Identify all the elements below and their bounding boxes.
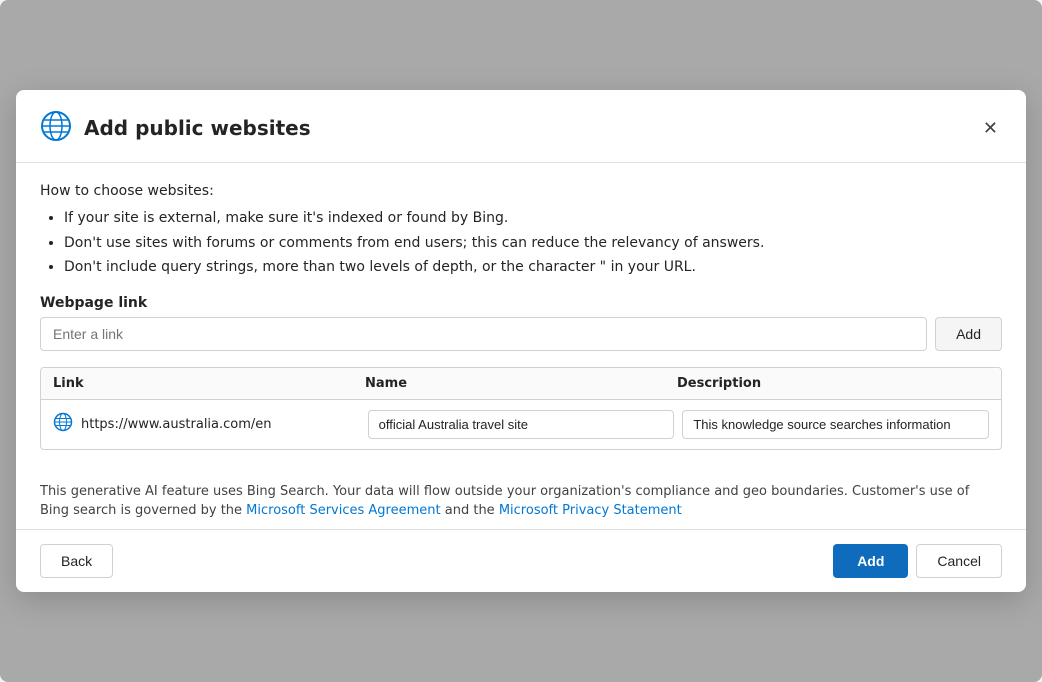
- modal-footer: Back Add Cancel: [16, 529, 1026, 592]
- link-input[interactable]: [40, 317, 927, 351]
- back-button[interactable]: Back: [40, 544, 113, 578]
- row-link-text: https://www.australia.com/en: [81, 417, 272, 432]
- disclaimer-text: This generative AI feature uses Bing Sea…: [40, 482, 1002, 521]
- add-link-button[interactable]: Add: [935, 317, 1002, 351]
- column-header-name: Name: [365, 376, 677, 391]
- table-header: Link Name Description: [41, 368, 1001, 400]
- instruction-item-3: Don't include query strings, more than t…: [64, 256, 1002, 278]
- webpage-link-label: Webpage link: [40, 295, 1002, 311]
- column-header-link: Link: [53, 376, 365, 391]
- description-cell: [682, 410, 989, 439]
- link-cell: https://www.australia.com/en: [53, 412, 360, 436]
- instructions-heading: How to choose websites:: [40, 183, 1002, 199]
- modal-header: Add public websites ✕: [16, 90, 1026, 163]
- row-globe-icon: [53, 412, 73, 436]
- close-button[interactable]: ✕: [979, 114, 1002, 143]
- modal-overlay: Add public websites ✕ How to choose webs…: [0, 0, 1042, 682]
- modal-body: How to choose websites: If your site is …: [16, 163, 1026, 469]
- instruction-item-2: Don't use sites with forums or comments …: [64, 232, 1002, 254]
- name-cell: [368, 410, 675, 439]
- column-header-description: Description: [677, 376, 989, 391]
- name-input[interactable]: [368, 410, 675, 439]
- modal-dialog: Add public websites ✕ How to choose webs…: [16, 90, 1026, 591]
- footer-left: Back: [40, 544, 113, 578]
- footer-right: Add Cancel: [833, 544, 1002, 578]
- microsoft-privacy-statement-link[interactable]: Microsoft Privacy Statement: [499, 503, 682, 518]
- instructions-list: If your site is external, make sure it's…: [40, 207, 1002, 278]
- description-input[interactable]: [682, 410, 989, 439]
- input-row: Add: [40, 317, 1002, 351]
- websites-table: Link Name Description: [40, 367, 1002, 450]
- cancel-button[interactable]: Cancel: [916, 544, 1002, 578]
- instructions-section: How to choose websites: If your site is …: [40, 183, 1002, 278]
- disclaimer-section: This generative AI feature uses Bing Sea…: [16, 470, 1026, 529]
- modal-title: Add public websites: [84, 116, 967, 140]
- add-button[interactable]: Add: [833, 544, 908, 578]
- instruction-item-1: If your site is external, make sure it's…: [64, 207, 1002, 229]
- close-icon: ✕: [983, 118, 998, 139]
- microsoft-services-agreement-link[interactable]: Microsoft Services Agreement: [246, 503, 440, 518]
- table-row: https://www.australia.com/en: [41, 400, 1001, 449]
- globe-header-icon: [40, 110, 72, 146]
